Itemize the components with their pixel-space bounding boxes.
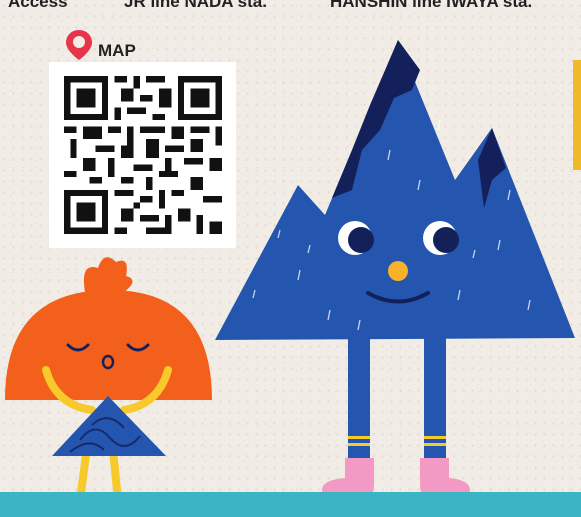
- illustration-scene: [5, 40, 575, 506]
- bottom-teal-bar: [0, 492, 581, 517]
- mountain-character: [215, 40, 575, 500]
- orange-character: [5, 257, 212, 506]
